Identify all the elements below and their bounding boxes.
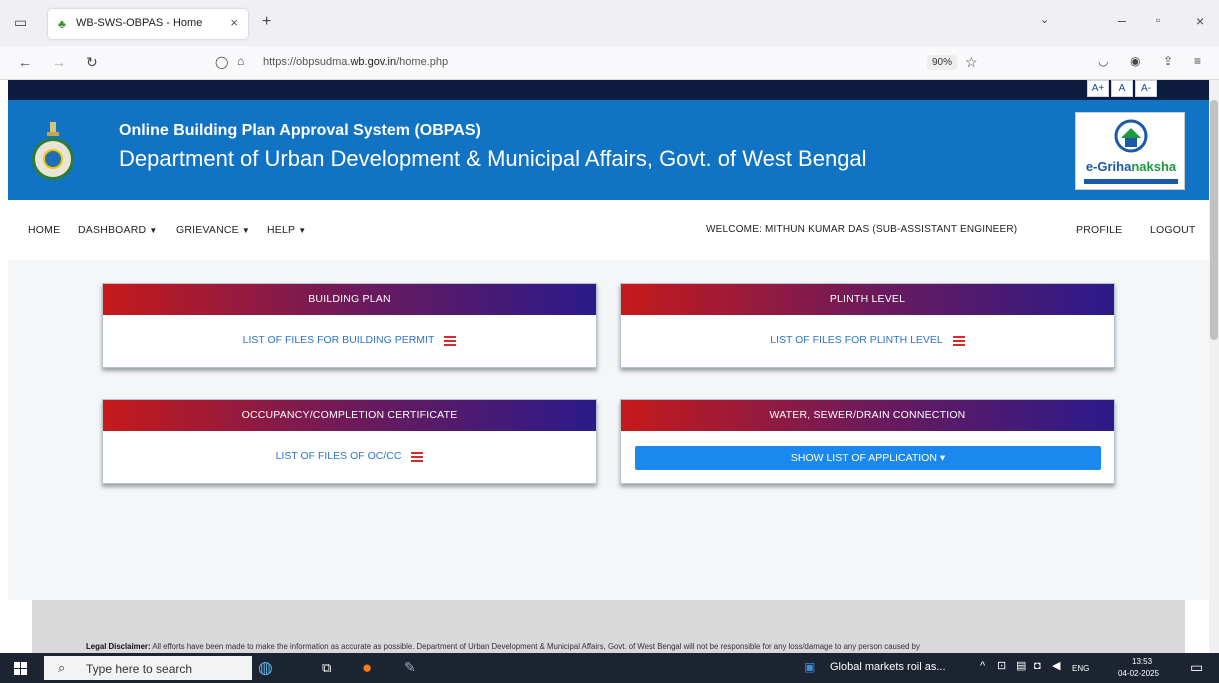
chevron-down-icon: ▼ (298, 226, 307, 235)
legal-disclaimer: Legal Disclaimer: All efforts have been … (86, 642, 920, 651)
close-window-icon[interactable]: × (1196, 14, 1204, 28)
card-title: PLINTH LEVEL (621, 284, 1114, 315)
page-scrollbar[interactable] (1209, 80, 1219, 653)
site-title: Online Building Plan Approval System (OB… (119, 122, 481, 139)
app-feather-icon[interactable]: ✎ (404, 660, 416, 674)
menu-home[interactable]: HOME (28, 224, 60, 236)
menu-profile[interactable]: PROFILE (1076, 224, 1122, 236)
menu-dashboard[interactable]: DASHBOARD ▼ (78, 224, 157, 236)
notifications-icon[interactable]: ▭ (1190, 660, 1203, 674)
reload-icon[interactable]: ↻ (86, 55, 98, 69)
forward-icon[interactable]: → (52, 55, 66, 69)
web-page: A+ A A- Online Building Plan Approval Sy… (8, 80, 1209, 653)
department-name: Department of Urban Development & Munici… (119, 146, 867, 171)
font-reset-button[interactable]: A (1111, 80, 1133, 97)
windows-start-icon[interactable] (14, 662, 27, 675)
list-icon (411, 451, 424, 462)
show-list-of-application-button[interactable]: SHOW LIST OF APPLICATION ▾ (635, 446, 1101, 470)
accessibility-strip: A+ A A- (8, 80, 1209, 100)
tab-overview-icon[interactable]: ▭ (14, 15, 27, 29)
clock-time[interactable]: 13:53 (1132, 657, 1152, 666)
font-increase-button[interactable]: A+ (1087, 80, 1109, 97)
logo-text-part2: naksha (1131, 159, 1177, 174)
site-header-banner: Online Building Plan Approval System (OB… (8, 100, 1209, 200)
govt-emblem-icon (32, 120, 76, 182)
tab-close-icon[interactable]: × (230, 15, 238, 30)
account-icon[interactable]: ◉ (1130, 55, 1140, 67)
url-text[interactable]: https://obpsudma.wb.gov.in/home.php (263, 56, 448, 68)
menu-help-label: HELP (267, 224, 296, 236)
font-decrease-button[interactable]: A- (1135, 80, 1157, 97)
maximize-icon[interactable]: ▫ (1156, 14, 1160, 26)
house-logo-icon (1114, 119, 1148, 153)
new-tab-icon[interactable]: + (262, 14, 271, 30)
pocket-icon[interactable]: ◡ (1098, 55, 1108, 67)
list-icon (952, 335, 965, 346)
list-icon (444, 335, 457, 346)
url-bar[interactable]: ◯ ⌂ https://obpsudma.wb.gov.in/home.php … (205, 50, 995, 76)
chevron-down-icon: ▼ (149, 226, 158, 235)
firefox-icon[interactable]: ● (362, 659, 372, 676)
oc-cc-link[interactable]: LIST OF FILES OF OC/CC (103, 450, 596, 462)
main-menu: HOME DASHBOARD ▼ GRIEVANCE ▼ HELP ▼ WELCOME… (8, 200, 1209, 260)
menu-logout[interactable]: LOGOUT (1150, 224, 1196, 236)
weather-globe-icon[interactable]: ◍ (258, 659, 273, 676)
tray-chevron-up-icon[interactable]: ^ (980, 661, 985, 672)
card-plinth-level: PLINTH LEVEL LIST OF FILES FOR PLINTH LE… (620, 283, 1115, 368)
tray-volume-icon[interactable]: ◘ (1034, 661, 1041, 672)
browser-tab[interactable]: ♣ WB-SWS-OBPAS - Home × (48, 9, 248, 39)
chevron-down-icon: ▼ (241, 226, 250, 235)
link-label: LIST OF FILES OF OC/CC (275, 450, 402, 462)
menu-grievance[interactable]: GRIEVANCE ▼ (176, 224, 250, 236)
card-title: OCCUPANCY/COMPLETION CERTIFICATE (103, 400, 596, 431)
lock-icon[interactable]: ⌂ (237, 55, 244, 67)
site-favicon-icon: ♣ (58, 17, 66, 31)
tab-list-chevron-icon[interactable]: ⌄ (1040, 15, 1049, 26)
link-label: LIST OF FILES FOR PLINTH LEVEL (770, 334, 943, 346)
logo-text-part1: e-Griha (1085, 159, 1132, 174)
card-building-plan: BUILDING PLAN LIST OF FILES FOR BUILDING… (102, 283, 597, 368)
tray-speaker-muted-icon[interactable]: ◀ (1052, 661, 1060, 672)
link-label: LIST OF FILES FOR BUILDING PERMIT (242, 334, 435, 346)
bookmark-star-icon[interactable]: ☆ (965, 55, 978, 69)
footer: Legal Disclaimer: All efforts have been … (32, 600, 1185, 653)
scroll-thumb[interactable] (1210, 100, 1218, 340)
menu-hamburger-icon[interactable]: ≡ (1194, 55, 1201, 67)
shield-icon[interactable]: ◯ (215, 56, 228, 68)
tray-display-icon[interactable]: ▤ (1016, 661, 1026, 672)
plinth-level-link[interactable]: LIST OF FILES FOR PLINTH LEVEL (621, 334, 1114, 346)
browser-nav-bar: ← → ↻ ◯ ⌂ https://obpsudma.wb.gov.in/hom… (0, 46, 1219, 80)
dashboard-content: BUILDING PLAN LIST OF FILES FOR BUILDING… (8, 260, 1209, 600)
search-placeholder: Type here to search (86, 662, 193, 676)
card-occupancy-certificate: OCCUPANCY/COMPLETION CERTIFICATE LIST OF… (102, 399, 597, 484)
browser-tab-bar: ▭ ♣ WB-SWS-OBPAS - Home × + ⌄ – ▫ × (0, 0, 1219, 46)
card-title: WATER, SEWER/DRAIN CONNECTION (621, 400, 1114, 431)
search-icon: ⌕ (58, 660, 66, 675)
menu-dashboard-label: DASHBOARD (78, 224, 147, 236)
clock-date[interactable]: 04-02-2025 (1118, 669, 1159, 678)
share-icon[interactable]: ⇪ (1163, 55, 1173, 67)
menu-help[interactable]: HELP ▼ (267, 224, 306, 236)
card-title: BUILDING PLAN (103, 284, 596, 315)
task-view-icon[interactable]: ⧉ (322, 661, 331, 674)
menu-grievance-label: GRIEVANCE (176, 224, 239, 236)
taskbar-search[interactable]: ⌕ Type here to search (44, 656, 252, 680)
tab-title: WB-SWS-OBPAS - Home (76, 17, 203, 29)
minimize-icon[interactable]: – (1118, 13, 1126, 27)
building-permit-link[interactable]: LIST OF FILES FOR BUILDING PERMIT (103, 334, 596, 346)
back-icon[interactable]: ← (18, 55, 32, 69)
card-water-sewer-connection: WATER, SEWER/DRAIN CONNECTION SHOW LIST … (620, 399, 1115, 484)
welcome-text: WELCOME: MITHUN KUMAR DAS (SUB-ASSISTANT… (706, 224, 1018, 235)
e-grihanaksha-logo: e-Grihanaksha (1075, 112, 1185, 190)
input-language[interactable]: ENG (1072, 664, 1089, 673)
tray-network-icon[interactable]: ⊡ (997, 661, 1006, 672)
news-icon: ▣ (804, 660, 816, 674)
windows-taskbar: ⌕ Type here to search ◍ ⧉ ● ✎ ▣ Global m… (0, 653, 1219, 683)
zoom-level[interactable]: 90% (927, 55, 958, 70)
news-headline: Global markets roil as... (830, 661, 946, 673)
